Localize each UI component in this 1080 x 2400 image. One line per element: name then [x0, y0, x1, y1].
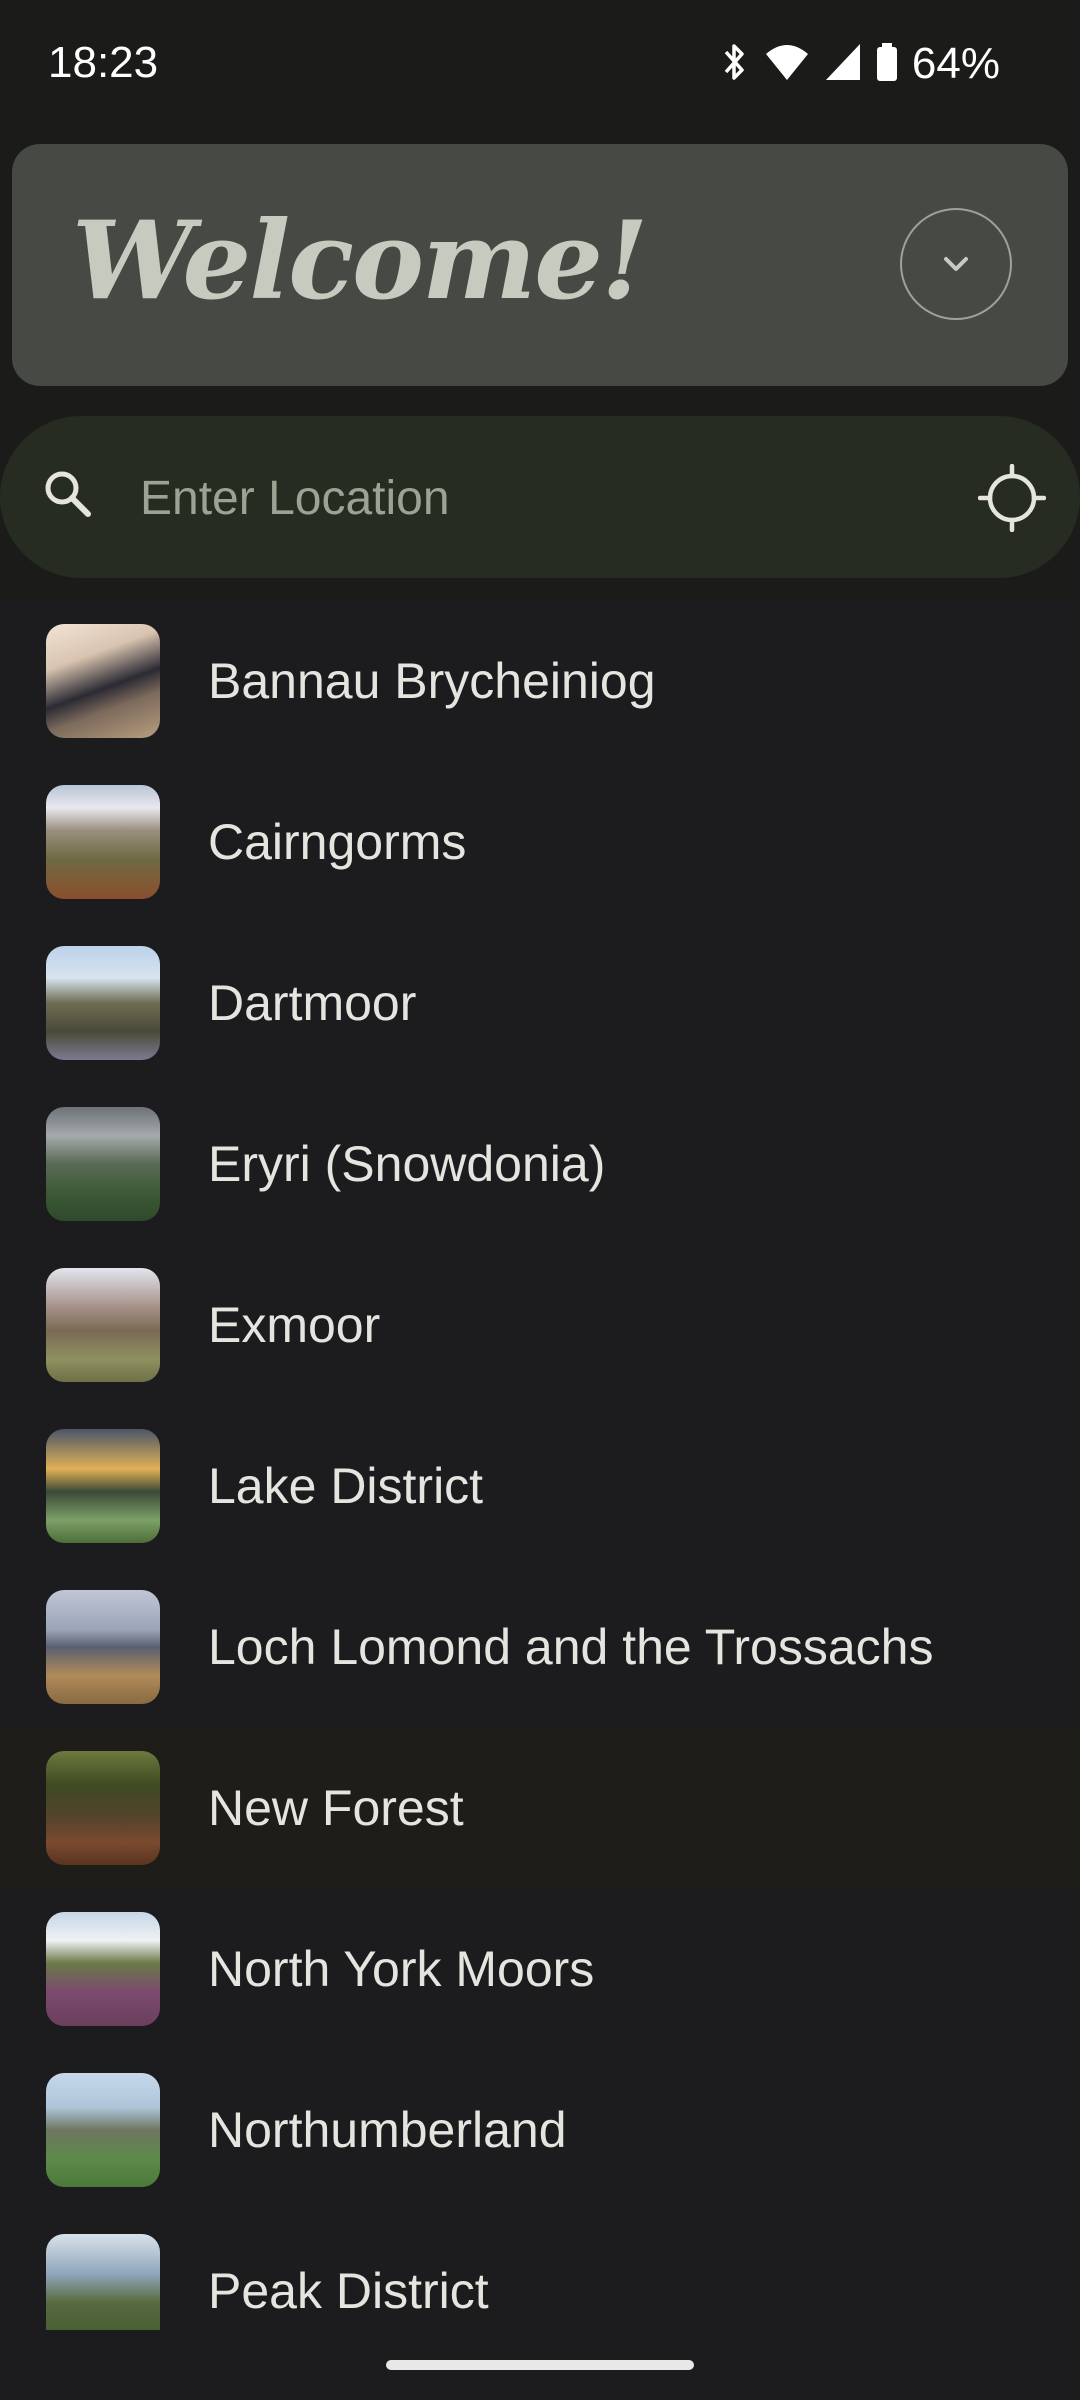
- park-thumbnail: [46, 623, 160, 738]
- park-thumbnail: [46, 784, 160, 899]
- home-indicator[interactable]: [386, 2360, 694, 2370]
- park-thumbnail: [46, 2072, 160, 2187]
- chevron-down-icon: [944, 257, 968, 271]
- search-bar: [0, 416, 1080, 578]
- park-name: Cairngorms: [208, 813, 467, 870]
- status-icons: 64%: [720, 36, 1000, 92]
- list-item[interactable]: North York Moors: [0, 1888, 1080, 2049]
- park-name: Exmoor: [208, 1296, 381, 1353]
- my-location-icon[interactable]: [978, 464, 1046, 532]
- status-time: 18:23: [48, 38, 159, 87]
- list-item-selected[interactable]: New Forest: [0, 1727, 1080, 1888]
- list-item[interactable]: Lake District: [0, 1405, 1080, 1566]
- list-item[interactable]: Exmoor: [0, 1244, 1080, 1405]
- list-item[interactable]: Dartmoor: [0, 922, 1080, 1083]
- list-item[interactable]: Eryri (Snowdonia): [0, 1083, 1080, 1244]
- park-thumbnail: [46, 1106, 160, 1221]
- park-thumbnail: [46, 1428, 160, 1543]
- welcome-title: Welcome!: [72, 198, 648, 324]
- park-list: Bannau Brycheiniog Cairngorms Dartmoor E…: [0, 600, 1080, 2330]
- park-thumbnail: [46, 945, 160, 1060]
- location-search-input[interactable]: [138, 460, 942, 536]
- park-name: Northumberland: [208, 2101, 567, 2158]
- park-name: New Forest: [208, 1779, 464, 1836]
- list-item[interactable]: Peak District: [0, 2210, 1080, 2330]
- park-thumbnail: [46, 1750, 160, 1865]
- list-item[interactable]: Cairngorms: [0, 761, 1080, 922]
- park-thumbnail: [46, 2233, 160, 2330]
- signal-icon: [824, 42, 862, 87]
- park-name: Eryri (Snowdonia): [208, 1135, 606, 1192]
- expand-button[interactable]: [900, 208, 1012, 320]
- wifi-icon: [764, 42, 810, 87]
- park-thumbnail: [46, 1911, 160, 2026]
- battery-percentage: 64%: [911, 39, 1000, 88]
- welcome-card: Welcome!: [12, 144, 1068, 386]
- park-thumbnail: [46, 1267, 160, 1382]
- park-thumbnail: [46, 1589, 160, 1704]
- park-name: Peak District: [208, 2262, 489, 2319]
- status-bar: 18:23 64%: [0, 0, 1080, 130]
- search-icon[interactable]: [38, 464, 98, 524]
- battery-icon: [876, 42, 898, 87]
- park-name: Bannau Brycheiniog: [208, 652, 656, 709]
- park-name: North York Moors: [208, 1940, 595, 1997]
- park-name: Loch Lomond and the Trossachs: [208, 1618, 934, 1675]
- park-name: Dartmoor: [208, 974, 417, 1031]
- list-item[interactable]: Loch Lomond and the Trossachs: [0, 1566, 1080, 1727]
- park-name: Lake District: [208, 1457, 484, 1514]
- list-item[interactable]: Bannau Brycheiniog: [0, 600, 1080, 761]
- bluetooth-icon: [720, 42, 750, 87]
- list-item[interactable]: Northumberland: [0, 2049, 1080, 2210]
